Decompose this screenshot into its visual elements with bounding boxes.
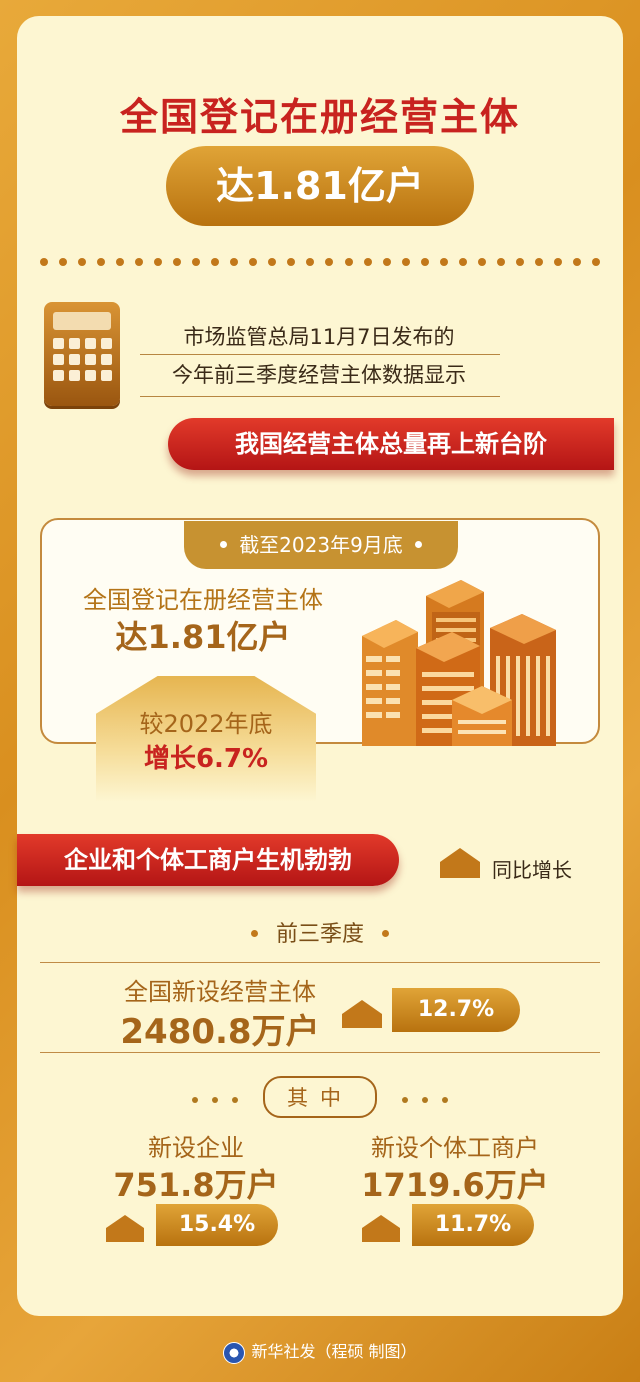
among-text: 其中 <box>263 1076 377 1118</box>
intro-underline-2 <box>140 396 500 397</box>
intro-line-2: 今年前三季度经营主体数据显示 <box>172 363 466 387</box>
breakdown-label-individual: 新设个体工商户 <box>371 1134 539 1162</box>
up-arrow-icon <box>362 1215 400 1242</box>
section-banner-new: 企业和个体工商户生机勃勃 <box>17 834 399 886</box>
date-tag-text: 截至2023年9月底 <box>239 533 403 557</box>
growth-value: 增长6.7% <box>143 744 269 774</box>
breakdown-value-enterprise: 751.8万户 <box>113 1166 279 1204</box>
dotted-divider <box>40 258 600 268</box>
up-arrow-icon <box>342 1000 382 1028</box>
calculator-icon <box>44 302 120 406</box>
breakdown-growth-individual: 11.7% <box>412 1204 534 1246</box>
compare-label: 较2022年底 <box>139 710 273 738</box>
page-title: 全国登记在册经营主体 <box>119 95 520 139</box>
new-entities-value: 2480.8万户 <box>120 1012 320 1052</box>
breakdown-growth-enterprise: 15.4% <box>156 1204 278 1246</box>
divider-top <box>40 962 600 963</box>
total-value: 达1.81亿户 <box>115 618 291 656</box>
buildings-illustration <box>362 580 556 746</box>
up-arrow-icon <box>106 1215 144 1242</box>
intro-line-1: 市场监管总局11月7日发布的 <box>183 325 455 349</box>
xinhua-logo-icon <box>223 1341 246 1364</box>
total-label: 全国登记在册经营主体 <box>83 586 323 614</box>
quarter-label: 前三季度 <box>0 916 640 948</box>
date-tag: 截至2023年9月底 <box>184 521 458 569</box>
headline-pill: 达1.81亿户 <box>166 146 474 226</box>
up-arrow-icon <box>440 848 480 878</box>
new-entities-growth: 12.7% <box>392 988 520 1032</box>
footer-text: 新华社发（程硕 制图） <box>251 1342 417 1361</box>
divider-bottom <box>40 1052 600 1053</box>
footer-credit: 新华社发（程硕 制图） <box>0 1338 640 1364</box>
legend-yoy: 同比增长 <box>492 858 572 882</box>
section-banner-total: 我国经营主体总量再上新台阶 <box>168 418 614 470</box>
quarter-label-text: 前三季度 <box>275 922 364 947</box>
breakdown-value-individual: 1719.6万户 <box>361 1166 549 1204</box>
among-label: 其中 <box>0 1076 640 1118</box>
breakdown-label-enterprise: 新设企业 <box>148 1134 244 1162</box>
intro-text: 市场监管总局11月7日发布的 今年前三季度经营主体数据显示 <box>136 318 502 394</box>
new-entities-label: 全国新设经营主体 <box>124 978 316 1006</box>
